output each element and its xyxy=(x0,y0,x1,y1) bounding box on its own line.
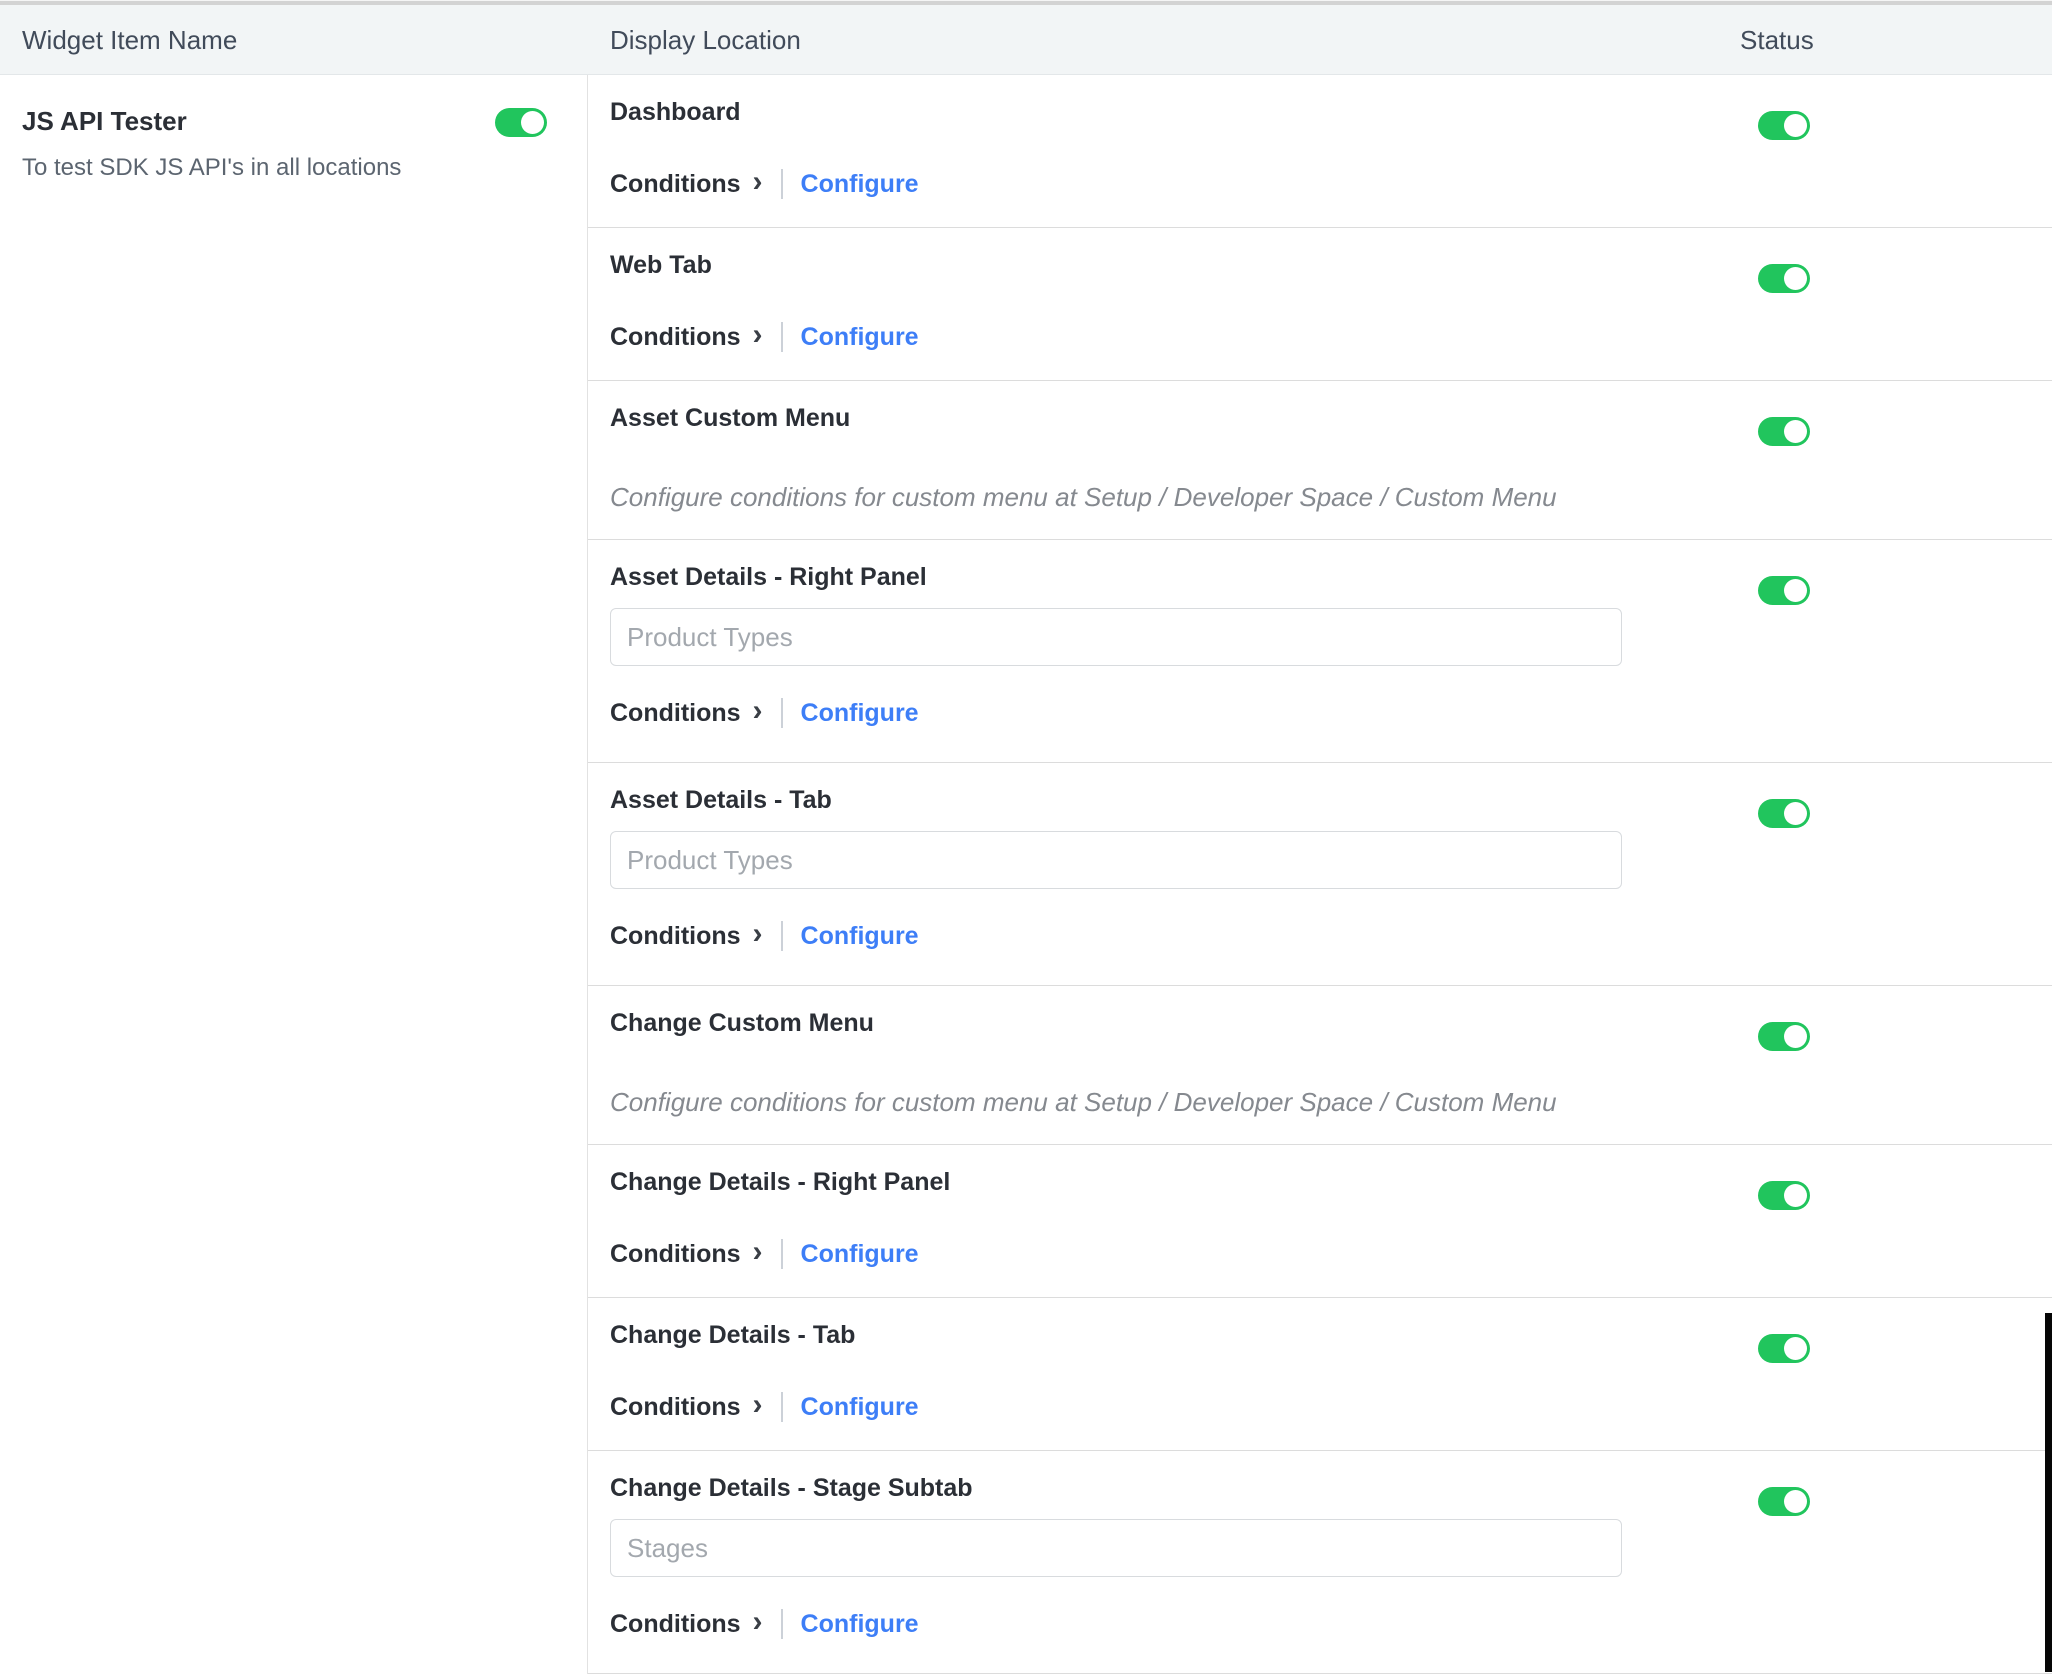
conditions-button[interactable]: Conditions xyxy=(610,170,741,199)
conditions-line: Conditions › Configure xyxy=(610,167,2052,201)
conditions-line: Conditions › Configure xyxy=(610,1607,2052,1641)
toggle-knob xyxy=(1784,114,1807,137)
conditions-button[interactable]: Conditions xyxy=(610,699,741,728)
scrollbar-thumb[interactable] xyxy=(2045,1313,2052,1672)
location-row-web-tab: Web Tab Conditions › Configure xyxy=(588,228,2052,381)
location-title: Change Details - Tab xyxy=(610,1320,2052,1350)
change-details-right-panel-status-toggle[interactable] xyxy=(1758,1181,1810,1210)
chevron-right-icon: › xyxy=(753,696,763,726)
location-row-asset-custom-menu: Asset Custom Menu Configure conditions f… xyxy=(588,381,2052,540)
vertical-divider xyxy=(781,921,783,951)
widget-settings-page: Widget Item Name Display Location Status… xyxy=(0,0,2052,1672)
table-header: Widget Item Name Display Location Status xyxy=(0,5,2052,75)
chevron-right-icon: › xyxy=(753,1390,763,1420)
location-row-change-custom-menu: Change Custom Menu Configure conditions … xyxy=(588,986,2052,1145)
location-title: Web Tab xyxy=(610,250,2052,280)
asset-details-right-panel-status-toggle[interactable] xyxy=(1758,576,1810,605)
toggle-knob xyxy=(1784,1337,1807,1360)
configure-link[interactable]: Configure xyxy=(801,922,919,951)
display-locations-list: Dashboard Conditions › Configure Web Tab… xyxy=(588,75,2052,1674)
location-row-change-details-right-panel: Change Details - Right Panel Conditions … xyxy=(588,1145,2052,1298)
location-title: Asset Custom Menu xyxy=(610,403,2052,433)
toggle-knob xyxy=(521,111,544,134)
configure-link[interactable]: Configure xyxy=(801,699,919,728)
location-row-asset-details-right-panel: Asset Details - Right Panel Conditions ›… xyxy=(588,540,2052,763)
change-custom-menu-status-toggle[interactable] xyxy=(1758,1022,1810,1051)
change-details-stage-subtab-status-toggle[interactable] xyxy=(1758,1487,1810,1516)
chevron-right-icon: › xyxy=(753,1237,763,1267)
configure-link[interactable]: Configure xyxy=(801,1393,919,1422)
chevron-right-icon: › xyxy=(753,167,763,197)
change-details-tab-status-toggle[interactable] xyxy=(1758,1334,1810,1363)
location-row-asset-details-tab: Asset Details - Tab Conditions › Configu… xyxy=(588,763,2052,986)
table-body: JS API Tester To test SDK JS API's in al… xyxy=(0,75,2052,1674)
location-title: Asset Details - Right Panel xyxy=(610,562,2052,592)
chevron-right-icon: › xyxy=(753,919,763,949)
location-row-change-details-stage-subtab: Change Details - Stage Subtab Conditions… xyxy=(588,1451,2052,1674)
toggle-knob xyxy=(1784,267,1807,290)
custom-menu-note: Configure conditions for custom menu at … xyxy=(610,1086,2052,1118)
web-tab-status-toggle[interactable] xyxy=(1758,264,1810,293)
conditions-button[interactable]: Conditions xyxy=(610,323,741,352)
toggle-knob xyxy=(1784,420,1807,443)
conditions-button[interactable]: Conditions xyxy=(610,1393,741,1422)
location-row-change-details-tab: Change Details - Tab Conditions › Config… xyxy=(588,1298,2052,1451)
location-title: Dashboard xyxy=(610,97,2052,127)
configure-link[interactable]: Configure xyxy=(801,323,919,352)
location-title: Change Custom Menu xyxy=(610,1008,2052,1038)
conditions-line: Conditions › Configure xyxy=(610,1237,2052,1271)
custom-menu-note: Configure conditions for custom menu at … xyxy=(610,481,2052,513)
toggle-knob xyxy=(1784,1025,1807,1048)
location-title: Asset Details - Tab xyxy=(610,785,2052,815)
toggle-knob xyxy=(1784,579,1807,602)
conditions-line: Conditions › Configure xyxy=(610,696,2052,730)
vertical-divider xyxy=(781,322,783,352)
toggle-knob xyxy=(1784,802,1807,825)
toggle-knob xyxy=(1784,1490,1807,1513)
chevron-right-icon: › xyxy=(753,320,763,350)
vertical-divider xyxy=(781,1609,783,1639)
configure-link[interactable]: Configure xyxy=(801,1240,919,1269)
dashboard-status-toggle[interactable] xyxy=(1758,111,1810,140)
toggle-knob xyxy=(1784,1184,1807,1207)
vertical-divider xyxy=(781,698,783,728)
asset-custom-menu-status-toggle[interactable] xyxy=(1758,417,1810,446)
conditions-button[interactable]: Conditions xyxy=(610,1240,741,1269)
location-row-dashboard: Dashboard Conditions › Configure xyxy=(588,75,2052,228)
conditions-button[interactable]: Conditions xyxy=(610,922,741,951)
product-types-input[interactable] xyxy=(610,608,1622,666)
configure-link[interactable]: Configure xyxy=(801,1610,919,1639)
conditions-line: Conditions › Configure xyxy=(610,919,2052,953)
vertical-divider xyxy=(781,1239,783,1269)
stages-input[interactable] xyxy=(610,1519,1622,1577)
conditions-button[interactable]: Conditions xyxy=(610,1610,741,1639)
widget-info-panel: JS API Tester To test SDK JS API's in al… xyxy=(0,75,588,1674)
location-title: Change Details - Stage Subtab xyxy=(610,1473,2052,1503)
asset-details-tab-status-toggle[interactable] xyxy=(1758,799,1810,828)
column-header-status: Status xyxy=(1740,5,1814,75)
conditions-line: Conditions › Configure xyxy=(610,1390,2052,1424)
product-types-input[interactable] xyxy=(610,831,1622,889)
column-header-display-location: Display Location xyxy=(610,5,801,75)
conditions-line: Conditions › Configure xyxy=(610,320,2052,354)
widget-description: To test SDK JS API's in all locations xyxy=(22,153,587,183)
vertical-divider xyxy=(781,169,783,199)
configure-link[interactable]: Configure xyxy=(801,170,919,199)
column-header-widget-item-name: Widget Item Name xyxy=(22,5,237,75)
vertical-divider xyxy=(781,1392,783,1422)
chevron-right-icon: › xyxy=(753,1607,763,1637)
location-title: Change Details - Right Panel xyxy=(610,1167,2052,1197)
widget-status-toggle[interactable] xyxy=(495,108,547,137)
